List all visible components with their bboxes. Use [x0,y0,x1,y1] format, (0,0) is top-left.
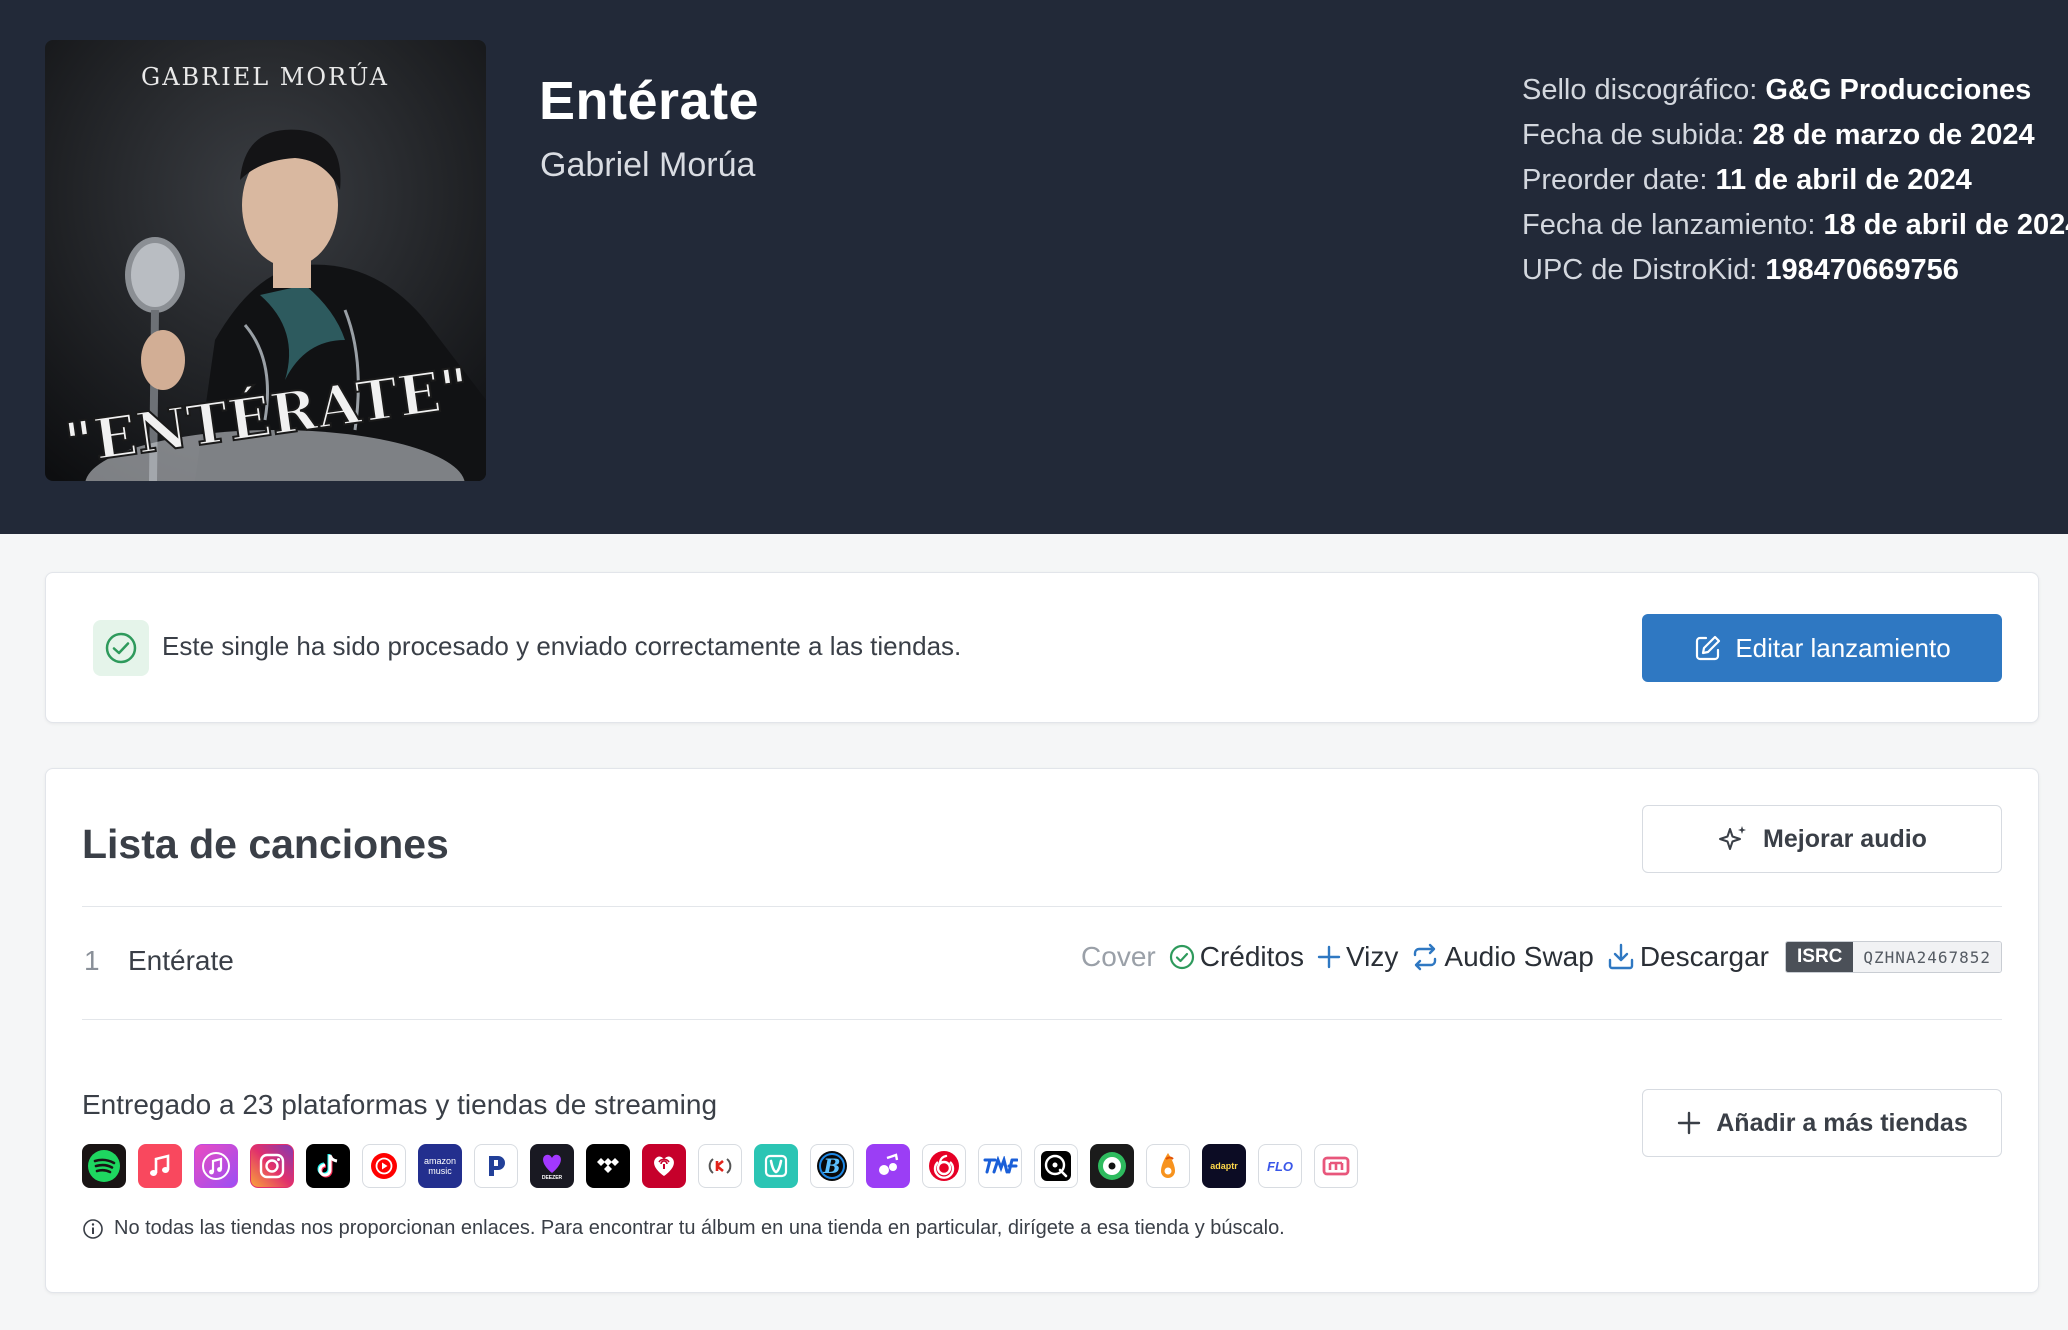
album-cover: GABRIEL MORÚA "ENTÉRATE" [45,40,486,481]
apple-music-icon[interactable] [138,1144,182,1188]
download-link[interactable]: Descargar [1606,941,1769,973]
isrc-badge: ISRC QZHNA2467852 [1785,941,2002,973]
spotify-icon[interactable] [82,1144,126,1188]
kkbox-icon[interactable] [1146,1144,1190,1188]
meta-key: Fecha de lanzamiento: [1522,209,1816,241]
adaptr-text: adaptr [1210,1161,1238,1171]
divider [82,906,2002,907]
deezer-text: DEEZER [541,1175,563,1181]
flo-text: FLO [1267,1158,1293,1174]
release-title: Entérate [539,71,760,131]
netease-icon[interactable] [922,1144,966,1188]
svg-text:B: B [823,1154,841,1178]
meta-preorder-row: Preorder date: 11 de abril de 2024 [1522,158,2052,203]
release-artist: Gabriel Morúa [540,146,756,184]
pandora-icon[interactable] [474,1144,518,1188]
meta-upload-row: Fecha de subida: 28 de marzo de 2024 [1522,113,2052,158]
track-name: Entérate [128,945,234,976]
add-stores-button[interactable]: Añadir a más tiendas [1642,1089,2002,1157]
release-header: GABRIEL MORÚA "ENTÉRATE" Entérate Gabrie… [0,0,2068,534]
amazon-music-text: amazon music [423,1156,457,1176]
boomplay-icon[interactable]: B [810,1144,854,1188]
isrc-label: ISRC [1786,942,1854,972]
credits-link[interactable]: Créditos [1168,941,1304,973]
meta-key: UPC de DistroKid: [1522,254,1758,286]
swap-arrows-icon [1414,943,1437,971]
anghami-icon[interactable] [866,1144,910,1188]
meta-value: 198470669756 [1765,254,1959,286]
jiosaavn-icon[interactable] [754,1144,798,1188]
download-icon [1608,943,1634,970]
youtube-music-icon[interactable] [362,1144,406,1188]
edit-icon [1696,635,1721,661]
edit-release-label: Editar lanzamiento [1735,632,1951,663]
meta-label-row: Sello discográfico: G&G Producciones [1522,68,2052,113]
meta-release-row: Fecha de lanzamiento: 18 de abril de 202… [1522,203,2068,248]
store-icons: amazon music DEEZER B adaptr FLO [82,1144,1358,1188]
adaptr-icon[interactable]: adaptr [1202,1144,1246,1188]
audio-swap-link[interactable]: Audio Swap [1410,941,1594,973]
plus-icon [1678,1111,1701,1135]
itunes-icon[interactable] [194,1144,238,1188]
amazon-music-icon[interactable]: amazon music [418,1144,462,1188]
claro-musica-icon[interactable] [698,1144,742,1188]
audiomack-icon[interactable] [1090,1144,1134,1188]
meta-value: 11 de abril de 2024 [1715,164,1972,196]
sparkles-icon [1719,826,1747,850]
tiktok-icon[interactable] [306,1144,350,1188]
instagram-icon[interactable] [250,1144,294,1188]
tencent-music-icon[interactable] [978,1144,1022,1188]
meta-value: G&G Producciones [1765,74,2032,106]
qobuz-icon[interactable] [1034,1144,1078,1188]
stores-note: No todas las tiendas nos proporcionan en… [82,1217,1285,1240]
meta-key: Fecha de subida: [1522,119,1745,151]
cover-link[interactable]: Cover [1081,941,1156,973]
info-icon [83,1218,103,1239]
plus-icon [1317,945,1341,969]
divider [82,1019,2002,1020]
melon-icon[interactable] [1314,1144,1358,1188]
tracklist-title: Lista de canciones [82,821,449,867]
tidal-icon[interactable] [586,1144,630,1188]
meta-upc-row: UPC de DistroKid: 198470669756 [1522,248,2052,293]
vizy-link[interactable]: Vizy [1316,941,1398,973]
credits-label: Créditos [1199,941,1304,972]
meta-key: Preorder date: [1522,164,1708,196]
track-actions: Cover Créditos Vizy Audio Swap Descargar… [1081,941,2002,973]
delivered-text: Entregado a 23 plataformas y tiendas de … [82,1089,718,1120]
check-circle-icon [93,620,149,676]
deezer-icon[interactable]: DEEZER [530,1144,574,1188]
tracklist-card: Lista de canciones Mejorar audio 1 Entér… [45,768,2039,1293]
add-stores-label: Añadir a más tiendas [1716,1108,1968,1137]
meta-value: 18 de abril de 2024 [1823,209,2068,241]
audio-swap-label: Audio Swap [1444,941,1594,972]
release-metadata: Sello discográfico: G&G Producciones Fec… [1522,68,2068,293]
enhance-audio-label: Mejorar audio [1763,824,1927,853]
stores-note-text: No todas las tiendas nos proporcionan en… [114,1217,1285,1239]
flo-icon[interactable]: FLO [1258,1144,1302,1188]
iheartradio-icon[interactable] [642,1144,686,1188]
status-message: Este single ha sido procesado y enviado … [162,631,962,661]
enhance-audio-button[interactable]: Mejorar audio [1642,805,2002,873]
check-circle-icon [1169,944,1194,970]
status-card: Este single ha sido procesado y enviado … [45,572,2039,723]
isrc-value: QZHNA2467852 [1853,942,2001,972]
meta-value: 28 de marzo de 2024 [1752,119,2035,151]
cover-artist-text: GABRIEL MORÚA [141,62,389,91]
download-label: Descargar [1639,941,1769,972]
edit-release-button[interactable]: Editar lanzamiento [1642,614,2002,682]
vizy-label: Vizy [1346,941,1399,972]
meta-key: Sello discográfico: [1522,74,1758,106]
track-number: 1 [84,945,100,976]
